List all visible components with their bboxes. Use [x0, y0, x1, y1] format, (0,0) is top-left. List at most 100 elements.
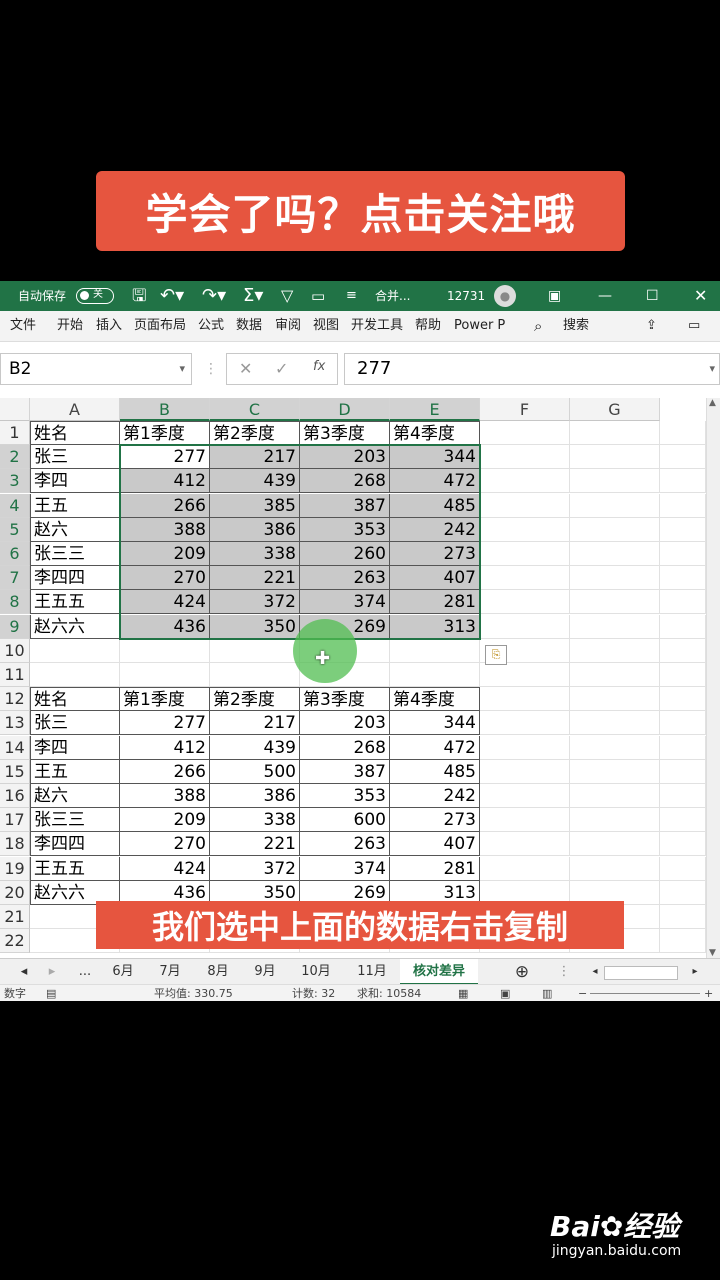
name-cell[interactable]: 李四四 [30, 832, 120, 857]
value-cell[interactable]: 500 [210, 759, 300, 784]
header-cell[interactable]: 第3季度 [300, 421, 390, 445]
value-cell[interactable]: 412 [120, 469, 210, 494]
value-cell[interactable]: 374 [300, 856, 390, 881]
avatar-icon[interactable]: ● [494, 285, 516, 307]
row-header-6[interactable]: 6 [0, 542, 30, 566]
tab-data[interactable]: 数据 [236, 311, 262, 341]
enter-icon[interactable]: ✓ [275, 359, 288, 378]
row-header-21[interactable]: 21 [0, 905, 30, 929]
autosum-icon[interactable]: Σ▾ [243, 281, 263, 311]
empty-cell[interactable] [570, 638, 660, 663]
row-header-2[interactable]: 2 [0, 445, 30, 470]
empty-cell[interactable] [120, 663, 210, 687]
value-cell[interactable]: 270 [120, 566, 210, 591]
value-cell[interactable]: 263 [300, 566, 390, 591]
insert-function-icon[interactable]: fx [313, 359, 325, 374]
empty-cell[interactable] [660, 517, 706, 542]
header-cell[interactable]: 第3季度 [300, 687, 390, 712]
empty-cell[interactable] [570, 493, 660, 518]
empty-cell[interactable] [570, 517, 660, 542]
empty-cell[interactable] [570, 808, 660, 833]
empty-cell[interactable] [480, 808, 570, 833]
name-cell[interactable]: 李四四 [30, 566, 120, 591]
empty-cell[interactable] [480, 566, 570, 591]
column-header-c[interactable]: C [210, 398, 300, 421]
value-cell[interactable]: 407 [390, 832, 480, 857]
empty-cell[interactable] [390, 663, 480, 687]
normal-view-icon[interactable]: ▦ [458, 985, 468, 1001]
value-cell[interactable]: 436 [120, 614, 210, 639]
value-cell[interactable]: 260 [300, 542, 390, 566]
value-cell[interactable]: 353 [300, 784, 390, 808]
value-cell[interactable]: 472 [390, 469, 480, 494]
value-cell[interactable]: 388 [120, 517, 210, 542]
empty-cell[interactable] [660, 638, 706, 663]
scroll-up-icon[interactable]: ▲ [709, 398, 716, 408]
column-header-e[interactable]: E [390, 398, 480, 421]
value-cell[interactable]: 209 [120, 542, 210, 566]
empty-cell[interactable] [570, 735, 660, 760]
tab-review[interactable]: 审阅 [275, 311, 301, 341]
quick-analysis-icon[interactable]: ⎘ [485, 645, 507, 665]
column-header-d[interactable]: D [300, 398, 390, 421]
empty-cell[interactable] [660, 590, 706, 615]
value-cell[interactable]: 277 [120, 711, 210, 736]
empty-cell[interactable] [660, 784, 706, 808]
empty-cell[interactable] [480, 832, 570, 857]
value-cell[interactable]: 412 [120, 735, 210, 760]
empty-cell[interactable] [570, 421, 660, 445]
empty-cell[interactable] [480, 711, 570, 736]
value-cell[interactable]: 374 [300, 590, 390, 615]
vertical-scrollbar[interactable]: ▲ ▼ [706, 398, 720, 958]
search-label[interactable]: 搜索 [563, 311, 589, 341]
value-cell[interactable]: 388 [120, 784, 210, 808]
sheet-tab-8[interactable]: 8月 [196, 959, 240, 985]
empty-cell[interactable] [570, 784, 660, 808]
empty-cell[interactable] [480, 542, 570, 566]
value-cell[interactable]: 407 [390, 566, 480, 591]
header-cell[interactable]: 第1季度 [120, 687, 210, 712]
value-cell[interactable]: 338 [210, 808, 300, 833]
cancel-icon[interactable]: ✕ [239, 359, 252, 378]
empty-cell[interactable] [660, 445, 706, 470]
row-header-8[interactable]: 8 [0, 590, 30, 615]
row-header-5[interactable]: 5 [0, 517, 30, 542]
expand-formula-icon[interactable]: ▾ [709, 354, 715, 384]
search-icon[interactable]: ⌕ [534, 311, 542, 341]
empty-cell[interactable] [570, 614, 660, 639]
header-cell[interactable]: 第1季度 [120, 421, 210, 445]
page-break-icon[interactable]: ▥ [542, 985, 552, 1001]
empty-cell[interactable] [480, 493, 570, 518]
empty-cell[interactable] [30, 638, 120, 663]
name-cell[interactable]: 王五 [30, 493, 120, 518]
empty-cell[interactable] [660, 711, 706, 736]
save-icon[interactable]: 🖫 [132, 281, 146, 311]
tab-developer[interactable]: 开发工具 [351, 311, 403, 341]
name-cell[interactable]: 张三三 [30, 808, 120, 833]
empty-cell[interactable] [570, 832, 660, 857]
value-cell[interactable]: 263 [300, 832, 390, 857]
row-header-14[interactable]: 14 [0, 735, 30, 760]
row-header-9[interactable]: 9 [0, 614, 30, 639]
row-header-17[interactable]: 17 [0, 808, 30, 833]
value-cell[interactable]: 221 [210, 566, 300, 591]
scroll-down-icon[interactable]: ▼ [709, 948, 716, 958]
empty-cell[interactable] [660, 905, 706, 929]
header-cell[interactable]: 第4季度 [390, 421, 480, 445]
empty-cell[interactable] [660, 808, 706, 833]
name-cell[interactable]: 赵六六 [30, 614, 120, 639]
comments-icon[interactable]: ▭ [688, 311, 700, 341]
spreadsheet-grid[interactable]: ABCDEFG 1 2 3 4 5 6 7 8 9 10 11 12 13 14 15 16 17 18 19 20 2… [0, 398, 706, 958]
value-cell[interactable]: 266 [120, 759, 210, 784]
empty-cell[interactable] [660, 880, 706, 905]
row-header-22[interactable]: 22 [0, 929, 30, 954]
value-cell[interactable]: 273 [390, 542, 480, 566]
autosave-toggle[interactable]: 关 [76, 288, 114, 304]
empty-cell[interactable] [480, 590, 570, 615]
row-header-4[interactable]: 4 [0, 493, 30, 518]
customize-qat-icon[interactable]: ≡ [346, 281, 357, 311]
value-cell[interactable]: 372 [210, 856, 300, 881]
formula-input[interactable]: 277 ▾ [344, 353, 720, 385]
value-cell[interactable]: 353 [300, 517, 390, 542]
value-cell[interactable]: 209 [120, 808, 210, 833]
